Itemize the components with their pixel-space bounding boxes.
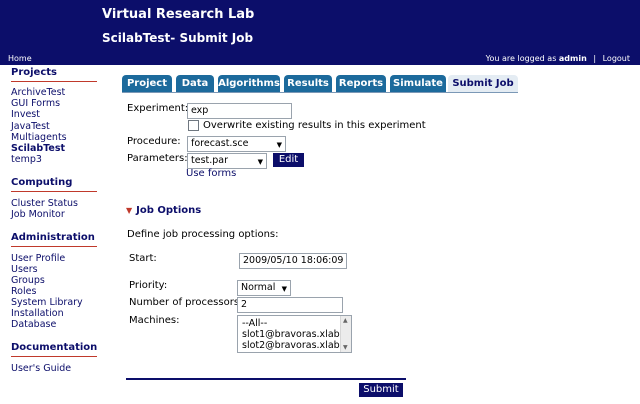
tab-submit-job[interactable]: Submit Job — [448, 75, 518, 93]
overwrite-checkbox[interactable] — [188, 120, 199, 131]
collapse-triangle-icon: ▼ — [126, 206, 133, 215]
sidebar: Projects ArchiveTest GUI Forms Invest Ja… — [0, 65, 104, 404]
processors-label: Number of processors: — [129, 297, 243, 308]
chevron-down-icon: ▼ — [281, 285, 287, 293]
logged-as-label: You are logged as — [485, 54, 557, 63]
machine-option[interactable]: slot2@bravoras.xlab.lt — [242, 340, 349, 351]
job-options-description: Define job processing options: — [127, 229, 279, 240]
priority-select[interactable]: Normal ▼ — [237, 280, 291, 296]
machines-listbox[interactable]: --All-- slot1@bravoras.xlab.lt slot2@bra… — [237, 315, 352, 353]
procedure-value: forecast.sce — [191, 138, 249, 149]
tab-reports[interactable]: Reports — [336, 75, 386, 92]
tab-simulate[interactable]: Simulate — [390, 75, 446, 92]
scroll-up-icon[interactable]: ▲ — [343, 317, 348, 324]
sidebar-item-cluster-status[interactable]: Cluster Status — [11, 198, 78, 209]
chevron-down-icon: ▼ — [276, 141, 282, 149]
parameters-value: test.par — [191, 155, 229, 166]
priority-label: Priority: — [129, 280, 168, 291]
projects-rule — [11, 81, 97, 82]
sidebar-item-roles[interactable]: Roles — [11, 286, 36, 297]
header-bar: Virtual Research Lab ScilabTest- Submit … — [0, 0, 640, 65]
parameters-label: Parameters: — [127, 153, 188, 164]
administration-rule — [11, 246, 97, 247]
sidebar-item-javatest[interactable]: JavaTest — [11, 121, 50, 132]
sidebar-item-archivetest[interactable]: ArchiveTest — [11, 87, 65, 98]
sidebar-item-groups[interactable]: Groups — [11, 275, 45, 286]
job-options-title: Job Options — [136, 205, 202, 216]
experiment-label: Experiment: — [127, 103, 189, 114]
computing-heading: Computing — [11, 177, 73, 188]
sidebar-item-invest[interactable]: Invest — [11, 109, 40, 120]
documentation-rule — [11, 356, 97, 357]
documentation-heading: Documentation — [11, 342, 98, 353]
home-link[interactable]: Home — [8, 54, 32, 63]
page-title: ScilabTest- Submit Job — [102, 31, 254, 45]
processors-input[interactable]: 2 — [237, 297, 343, 313]
sidebar-item-job-monitor[interactable]: Job Monitor — [11, 209, 65, 220]
procedure-select[interactable]: forecast.sce ▼ — [187, 136, 286, 152]
user-bar: You are logged as admin | Logout — [486, 54, 630, 63]
tab-data[interactable]: Data — [176, 75, 214, 92]
start-label: Start: — [129, 253, 157, 264]
sidebar-item-system-library[interactable]: System Library — [11, 297, 83, 308]
use-forms-link[interactable]: Use forms — [186, 168, 236, 179]
machine-option[interactable]: slot1@bravoras.xlab.lt — [242, 329, 349, 340]
sidebar-item-database[interactable]: Database — [11, 319, 56, 330]
sidebar-item-users[interactable]: Users — [11, 264, 38, 275]
tab-algorithms[interactable]: Algorithms — [218, 75, 280, 92]
job-options-toggle[interactable]: ▼ Job Options — [126, 205, 201, 216]
sidebar-item-user-profile[interactable]: User Profile — [11, 253, 65, 264]
experiment-input[interactable]: exp — [187, 103, 292, 119]
parameters-select[interactable]: test.par ▼ — [187, 153, 267, 169]
sidebar-item-gui-forms[interactable]: GUI Forms — [11, 98, 60, 109]
machine-option[interactable]: --All-- — [242, 318, 267, 329]
computing-rule — [11, 191, 97, 192]
administration-heading: Administration — [11, 232, 95, 243]
tab-results[interactable]: Results — [284, 75, 332, 92]
submit-button[interactable]: Submit — [359, 383, 403, 397]
form-footer-rule — [126, 378, 406, 380]
machines-label: Machines: — [129, 315, 180, 326]
username: admin — [558, 54, 587, 63]
listbox-scrollbar[interactable]: ▲ ▼ — [340, 316, 351, 352]
chevron-down-icon: ▼ — [257, 158, 263, 166]
priority-value: Normal — [241, 282, 276, 293]
scroll-down-icon[interactable]: ▼ — [343, 344, 348, 351]
procedure-label: Procedure: — [127, 136, 181, 147]
app-title: Virtual Research Lab — [102, 7, 255, 22]
separator: | — [593, 54, 597, 63]
sidebar-item-installation[interactable]: Installation — [11, 308, 64, 319]
sidebar-item-temp3[interactable]: temp3 — [11, 154, 42, 165]
overwrite-label: Overwrite existing results in this exper… — [203, 120, 426, 131]
projects-heading: Projects — [11, 67, 58, 78]
sidebar-item-users-guide[interactable]: User's Guide — [11, 363, 71, 374]
tab-underline — [122, 92, 518, 93]
sidebar-item-scilabtest[interactable]: ScilabTest — [11, 143, 65, 154]
logout-link[interactable]: Logout — [603, 54, 630, 63]
start-input[interactable]: 2009/05/10 18:06:09 — [239, 253, 347, 269]
edit-button[interactable]: Edit — [273, 153, 304, 167]
tab-project[interactable]: Project — [122, 75, 172, 92]
sidebar-item-multiagents[interactable]: Multiagents — [11, 132, 67, 143]
